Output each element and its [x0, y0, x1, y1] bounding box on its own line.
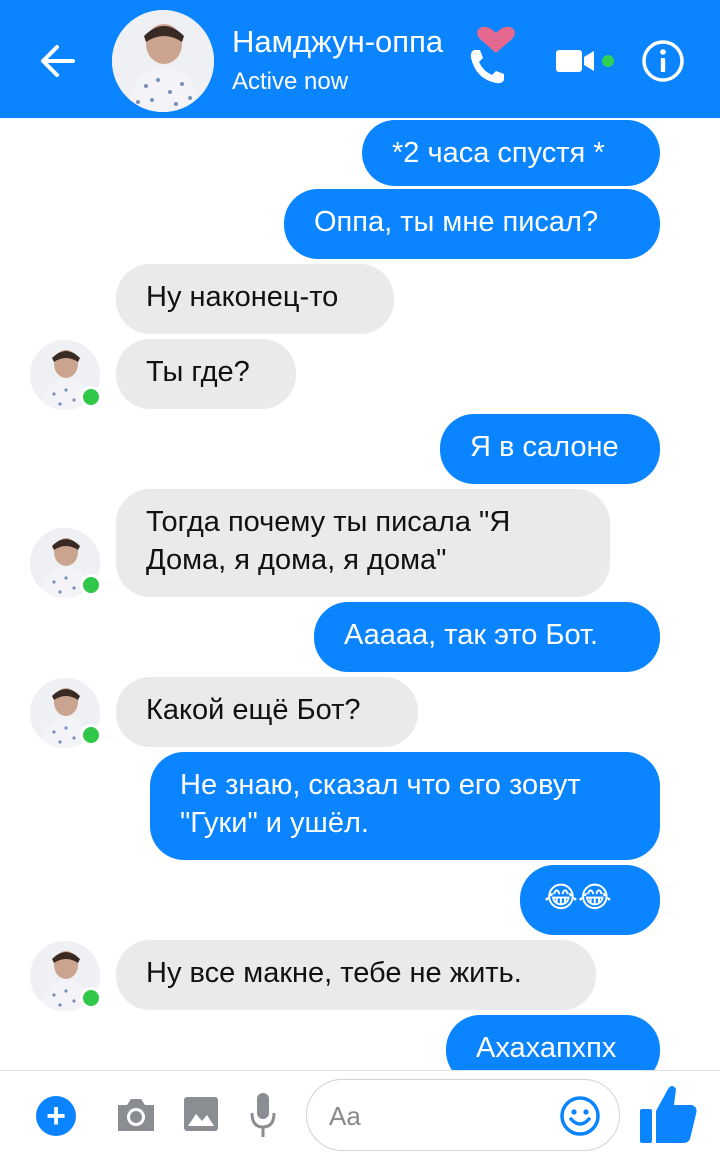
phone-icon	[470, 50, 504, 84]
back-arrow-icon	[41, 45, 75, 77]
message-bubble-received[interactable]: Ну наконец-то	[116, 264, 394, 334]
message-bubble-sent[interactable]: Не знаю, сказал что его зовут "Гуки" и у…	[150, 752, 660, 860]
message-text-line: Не знаю, сказал что его зовут	[180, 769, 581, 801]
gallery-button[interactable]	[182, 1095, 220, 1133]
emoji-message-text: 😂😂	[544, 882, 612, 914]
like-button[interactable]	[638, 1081, 700, 1147]
message-text: *2 часа спустя *	[392, 137, 605, 169]
plus-icon[interactable]: +	[36, 1096, 76, 1136]
info-icon	[642, 40, 684, 82]
message-text: Ахахапхпх	[476, 1032, 617, 1064]
message-text-line: Тогда почему ты писала "Я	[146, 506, 511, 538]
back-button[interactable]	[32, 36, 82, 86]
message-text: Какой ещё Бот?	[146, 694, 361, 726]
message-thread[interactable]: *2 часа спустя * Оппа, ты мне писал? Ну …	[0, 118, 720, 1070]
chat-header: Намджун-оппа Active now	[0, 0, 720, 118]
camera-button[interactable]	[114, 1095, 158, 1135]
message-input-container[interactable]	[306, 1079, 620, 1151]
video-call-button[interactable]	[554, 44, 598, 78]
thumbs-up-icon	[640, 1086, 697, 1143]
message-text-line: "Гуки" и ушёл.	[180, 807, 369, 839]
online-indicator	[80, 386, 102, 408]
composer-bar: +	[0, 1070, 720, 1156]
message-bubble-sent[interactable]: 😂😂	[520, 865, 660, 935]
message-bubble-received[interactable]: Ты где?	[116, 339, 296, 409]
message-bubble-sent[interactable]: Оппа, ты мне писал?	[284, 189, 660, 259]
video-camera-icon	[556, 50, 594, 72]
sender-avatar	[30, 678, 102, 748]
message-bubble-sent[interactable]: Ааааа, так это Бот.	[314, 602, 660, 672]
camera-icon	[118, 1099, 154, 1131]
active-status: Active now	[232, 68, 349, 95]
image-icon	[184, 1097, 218, 1131]
online-indicator	[602, 55, 614, 67]
call-button[interactable]	[462, 44, 512, 86]
message-text: Я в салоне	[470, 431, 619, 463]
microphone-icon	[250, 1093, 276, 1137]
message-text: Оппа, ты мне писал?	[314, 206, 599, 238]
sender-avatar	[30, 340, 102, 410]
sender-avatar	[30, 941, 102, 1011]
message-bubble-received[interactable]: Какой ещё Бот?	[116, 677, 418, 747]
info-button[interactable]	[640, 38, 686, 84]
smiley-icon[interactable]	[559, 1095, 601, 1137]
contact-avatar[interactable]	[112, 10, 214, 112]
contact-name[interactable]: Намджун-оппа	[232, 24, 443, 60]
online-indicator	[80, 724, 102, 746]
online-indicator	[80, 987, 102, 1009]
message-text: Ну все макне, тебе не жить.	[146, 957, 522, 989]
sender-avatar	[30, 528, 102, 598]
voice-button[interactable]	[248, 1091, 278, 1139]
message-bubble-received[interactable]: Ну все макне, тебе не жить.	[116, 940, 596, 1010]
message-input[interactable]	[329, 1098, 559, 1134]
message-bubble-sent[interactable]: *2 часа спустя *	[362, 120, 660, 186]
message-text: Ты где?	[146, 356, 250, 388]
online-indicator	[80, 574, 102, 596]
message-bubble-received[interactable]: Тогда почему ты писала "Я Дома, я дома, …	[116, 489, 610, 597]
message-text-line: Дома, я дома, я дома"	[146, 544, 447, 576]
message-text: Ааааа, так это Бот.	[344, 619, 599, 651]
message-bubble-sent[interactable]: Я в салоне	[440, 414, 660, 484]
message-text: Ну наконец-то	[146, 281, 339, 313]
message-bubble-sent[interactable]: Ахахапхпх	[446, 1015, 660, 1070]
